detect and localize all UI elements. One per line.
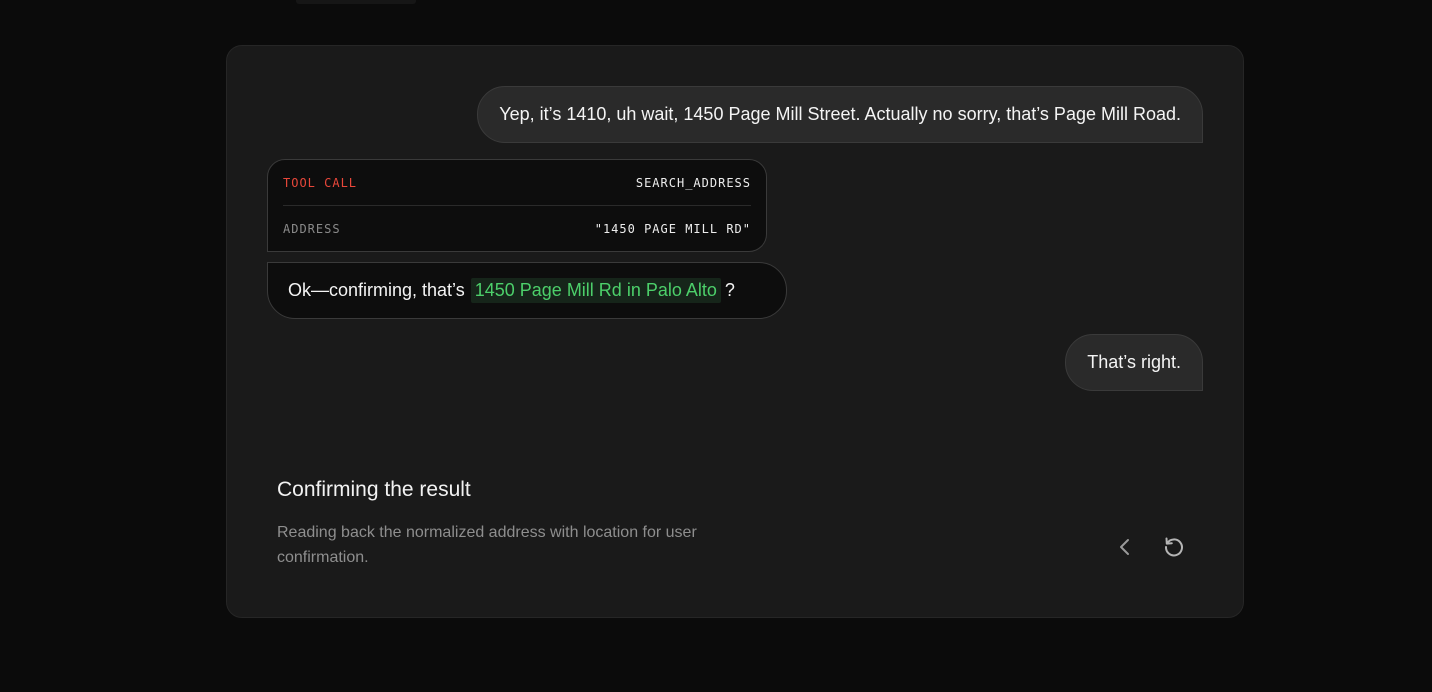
confirmed-address-highlight: 1450 Page Mill Rd in Palo Alto <box>470 278 721 303</box>
agent-message-prefix: Ok—confirming, that’s <box>288 280 465 300</box>
restart-icon <box>1164 537 1183 557</box>
tool-call-label: TOOL CALL <box>283 175 358 190</box>
tool-param-key: ADDRESS <box>283 222 341 236</box>
tool-call-name: SEARCH_ADDRESS <box>635 175 751 190</box>
chevron-left-icon <box>1120 539 1129 555</box>
user-message-text: Yep, it’s 1410, uh wait, 1450 Page Mill … <box>499 104 1181 124</box>
tool-param-value: "1450 PAGE MILL RD" <box>594 222 751 236</box>
tool-call-header-row: TOOL CALL SEARCH_ADDRESS <box>283 160 751 206</box>
restart-button[interactable] <box>1161 534 1187 560</box>
top-tab-stub <box>296 0 416 4</box>
user-reply-text: That’s right. <box>1087 352 1181 372</box>
agent-message-suffix: ? <box>724 280 735 300</box>
tool-call-param-row: ADDRESS "1450 PAGE MILL RD" <box>283 206 751 252</box>
previous-step-button[interactable] <box>1112 534 1138 560</box>
user-message-bubble: Yep, it’s 1410, uh wait, 1450 Page Mill … <box>477 86 1203 143</box>
demo-card: Yep, it’s 1410, uh wait, 1450 Page Mill … <box>226 45 1244 618</box>
tool-call-card: TOOL CALL SEARCH_ADDRESS ADDRESS "1450 P… <box>267 159 767 252</box>
user-reply-bubble: That’s right. <box>1065 334 1203 391</box>
step-description: Reading back the normalized address with… <box>277 524 697 566</box>
agent-message-bubble: Ok—confirming, that’s 1450 Page Mill Rd … <box>267 262 787 319</box>
step-title: Confirming the result <box>277 478 471 501</box>
